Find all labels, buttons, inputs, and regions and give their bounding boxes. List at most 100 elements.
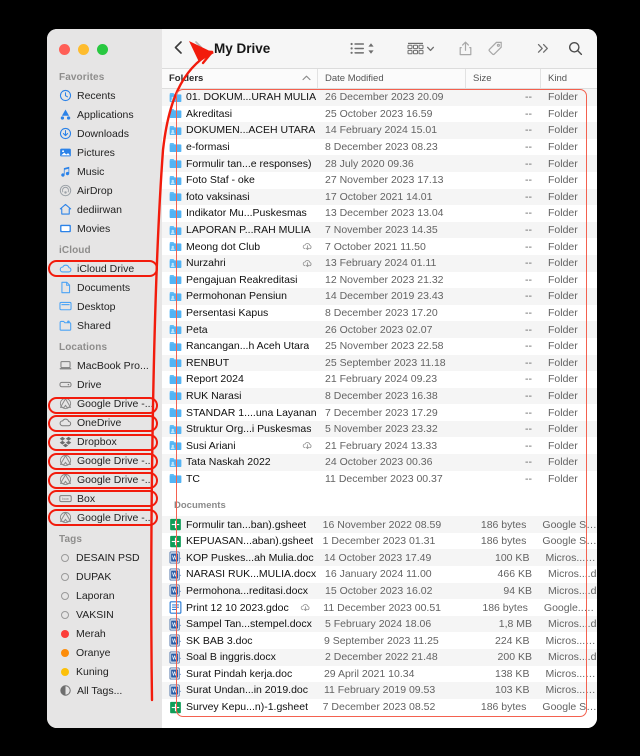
table-row[interactable]: W Surat Pindah kerja.doc 29 April 2021 10.…	[162, 666, 597, 683]
table-row[interactable]: Report 2024 21 February 2024 09.23 -- Folde…	[162, 371, 597, 388]
file-name-cell[interactable]: foto vaksinasi	[162, 190, 318, 203]
sidebar-item-icloud-drive[interactable]: iCloud Drive	[47, 259, 162, 278]
file-name-cell[interactable]: Susi Ariani	[162, 439, 318, 452]
table-row[interactable]: W Soal B inggris.docx 2 December 2022 21.4…	[162, 649, 597, 666]
sidebar-item-google-drive[interactable]: Google Drive -...	[47, 394, 162, 413]
file-list[interactable]: 01. DOKUM...URAH MULIA 26 December 2023 2…	[162, 89, 597, 728]
table-row[interactable]: RENBUT 25 September 2023 11.18 -- Folder	[162, 354, 597, 372]
sidebar-item-drive[interactable]: Drive	[47, 375, 162, 394]
table-row[interactable]: foto vaksinasi 17 October 2021 14.01 -- Fol…	[162, 188, 597, 206]
column-headers[interactable]: Folders Date Modified Size Kind	[162, 69, 597, 89]
sidebar-item-recents[interactable]: Recents	[47, 86, 162, 105]
table-row[interactable]: STANDAR 1....una Layanan 7 December 2023 …	[162, 404, 597, 421]
sidebar-item-dupak[interactable]: DUPAK	[47, 567, 162, 586]
table-row[interactable]: Formulir tan...e responses) 28 July 2020 …	[162, 155, 597, 172]
sidebar-item-google-drive[interactable]: Google Drive -...	[47, 508, 162, 527]
minimize-button[interactable]	[78, 44, 89, 55]
column-header-date-modified[interactable]: Date Modified	[318, 69, 466, 88]
column-header-size[interactable]: Size	[466, 69, 541, 88]
window-controls[interactable]	[47, 35, 162, 65]
column-header-kind[interactable]: Kind	[541, 69, 597, 88]
tag-icon[interactable]	[483, 41, 508, 56]
table-row[interactable]: e-formasi 8 December 2023 08.23 -- Folder	[162, 139, 597, 156]
table-row[interactable]: Peta 26 October 2023 02.07 -- Folder	[162, 321, 597, 338]
file-name-cell[interactable]: DOKUMEN...ACEH UTARA	[162, 124, 318, 137]
file-name-cell[interactable]: Pengajuan Reakreditasi	[162, 273, 318, 286]
file-name-cell[interactable]: W Permohona...reditasi.docx	[162, 584, 318, 597]
sidebar-item-google-drive[interactable]: Google Drive -...	[47, 451, 162, 470]
file-name-cell[interactable]: STANDAR 1....una Layanan	[162, 406, 318, 419]
sidebar-item-merah[interactable]: Merah	[47, 624, 162, 643]
search-icon[interactable]	[563, 41, 588, 56]
file-name-cell[interactable]: Rancangan...h Aceh Utara	[162, 340, 318, 353]
table-row[interactable]: Indikator Mu...Puskesmas 13 December 2023…	[162, 205, 597, 222]
file-name-cell[interactable]: W SK BAB 3.doc	[162, 634, 317, 647]
file-name-cell[interactable]: RENBUT	[162, 356, 318, 369]
file-name-cell[interactable]: W Soal B inggris.docx	[162, 651, 318, 664]
table-row[interactable]: RUK Narasi 8 December 2023 16.38 -- Folder	[162, 387, 597, 405]
table-row[interactable]: W NARASI RUK...MULIA.docx 16 January 2024 …	[162, 566, 597, 583]
table-row[interactable]: TC 11 December 2023 00.37 -- Folder	[162, 471, 597, 488]
sidebar-item-applications[interactable]: Applications	[47, 105, 162, 124]
table-row[interactable]: Tata Naskah 2022 24 October 2023 00.36 -- F…	[162, 454, 597, 471]
table-row[interactable]: W SK BAB 3.doc 9 September 2023 11.25 224 K…	[162, 632, 597, 649]
file-name-cell[interactable]: 01. DOKUM...URAH MULIA	[162, 91, 318, 104]
file-name-cell[interactable]: Meong dot Club	[162, 240, 318, 253]
table-row[interactable]: Survey Kepu...n)-1.gsheet 7 December 2023…	[162, 699, 597, 716]
table-row[interactable]: Rancangan...h Aceh Utara 25 November 2023…	[162, 338, 597, 355]
table-row[interactable]: Foto Staf - oke 27 November 2023 17.13 -- F…	[162, 172, 597, 189]
sidebar-item-desain-psd[interactable]: DESAIN PSD	[47, 548, 162, 567]
sidebar-item-music[interactable]: Music	[47, 162, 162, 181]
table-row[interactable]: KEPUASAN...aban).gsheet 1 December 2023 0…	[162, 533, 597, 550]
sidebar-item-oranye[interactable]: Oranye	[47, 643, 162, 662]
table-row[interactable]: Meong dot Club 7 October 2021 11.50 -- Fold…	[162, 238, 597, 255]
table-row[interactable]: W Permohona...reditasi.docx 15 October 202…	[162, 582, 597, 600]
table-row[interactable]: 01. DOKUM...URAH MULIA 26 December 2023 2…	[162, 89, 597, 106]
file-name-cell[interactable]: Report 2024	[162, 373, 318, 386]
file-name-cell[interactable]: Peta	[162, 323, 318, 336]
sidebar-item-macbook-pro[interactable]: MacBook Pro...	[47, 356, 162, 375]
file-name-cell[interactable]: Struktur Org...i Puskesmas	[162, 423, 318, 436]
finder-toolbar[interactable]: My Drive	[162, 29, 597, 69]
table-row[interactable]: Susi Ariani 21 February 2024 13.33 -- Folde…	[162, 437, 597, 454]
sidebar-item-kuning[interactable]: Kuning	[47, 662, 162, 681]
file-name-cell[interactable]: LAPORAN P...RAH MULIA	[162, 224, 318, 237]
sidebar-item-dediirwan[interactable]: dediirwan	[47, 200, 162, 219]
sidebar-item-box[interactable]: box Box	[47, 489, 162, 508]
sidebar-item-desktop[interactable]: Desktop	[47, 297, 162, 316]
group-by-icon[interactable]	[402, 42, 440, 56]
table-row[interactable]: Permohonan Pensiun 14 December 2019 23.43…	[162, 288, 597, 305]
file-name-cell[interactable]: KEPUASAN...aban).gsheet	[162, 535, 316, 548]
table-row[interactable]: Akreditasi 25 October 2023 16.59 -- Folder	[162, 106, 597, 123]
table-row[interactable]: Nurzahri 13 February 2024 01.11 -- Folder	[162, 254, 597, 272]
file-name-cell[interactable]: W Sampel Tan...stempel.docx	[162, 618, 318, 631]
sidebar-item-all-tags[interactable]: All Tags...	[47, 681, 162, 700]
file-name-cell[interactable]: TC	[162, 472, 318, 485]
file-name-cell[interactable]: Permohonan Pensiun	[162, 290, 318, 303]
file-name-cell[interactable]: e-formasi	[162, 141, 318, 154]
sidebar-item-pictures[interactable]: Pictures	[47, 143, 162, 162]
table-row[interactable]: Print 12 10 2023.gdoc 11 December 2023 00…	[162, 599, 597, 616]
sidebar-item-vaksin[interactable]: VAKSIN	[47, 605, 162, 624]
file-name-cell[interactable]: Print 12 10 2023.gdoc	[162, 601, 316, 614]
file-name-cell[interactable]: Formulir tan...e responses)	[162, 157, 318, 170]
column-header-name[interactable]: Folders	[162, 69, 318, 88]
table-row[interactable]: Pengajuan Reakreditasi 12 November 2023 2…	[162, 272, 597, 289]
sidebar-item-shared[interactable]: Shared	[47, 316, 162, 335]
sidebar-item-airdrop[interactable]: AirDrop	[47, 181, 162, 200]
file-name-cell[interactable]: Persentasi Kapus	[162, 307, 318, 320]
table-row[interactable]: Formulir tan...ban).gsheet 16 November 20…	[162, 516, 597, 533]
back-button[interactable]	[168, 40, 188, 57]
file-name-cell[interactable]: Nurzahri	[162, 257, 318, 270]
table-row[interactable]: Struktur Org...i Puskesmas 5 November 202…	[162, 420, 597, 438]
table-row[interactable]: LAPORAN P...RAH MULIA 7 November 2023 14.…	[162, 221, 597, 239]
file-name-cell[interactable]: W NARASI RUK...MULIA.docx	[162, 568, 318, 581]
file-name-cell[interactable]: W Surat Pindah kerja.doc	[162, 667, 317, 680]
sidebar-item-documents[interactable]: Documents	[47, 278, 162, 297]
list-view-icon[interactable]	[345, 42, 380, 55]
close-button[interactable]	[59, 44, 70, 55]
table-row[interactable]: DOKUMEN...ACEH UTARA 14 February 2024 15.…	[162, 122, 597, 139]
file-name-cell[interactable]: Akreditasi	[162, 107, 318, 120]
sidebar-item-onedrive[interactable]: OneDrive	[47, 413, 162, 432]
sidebar-item-dropbox[interactable]: Dropbox	[47, 432, 162, 451]
